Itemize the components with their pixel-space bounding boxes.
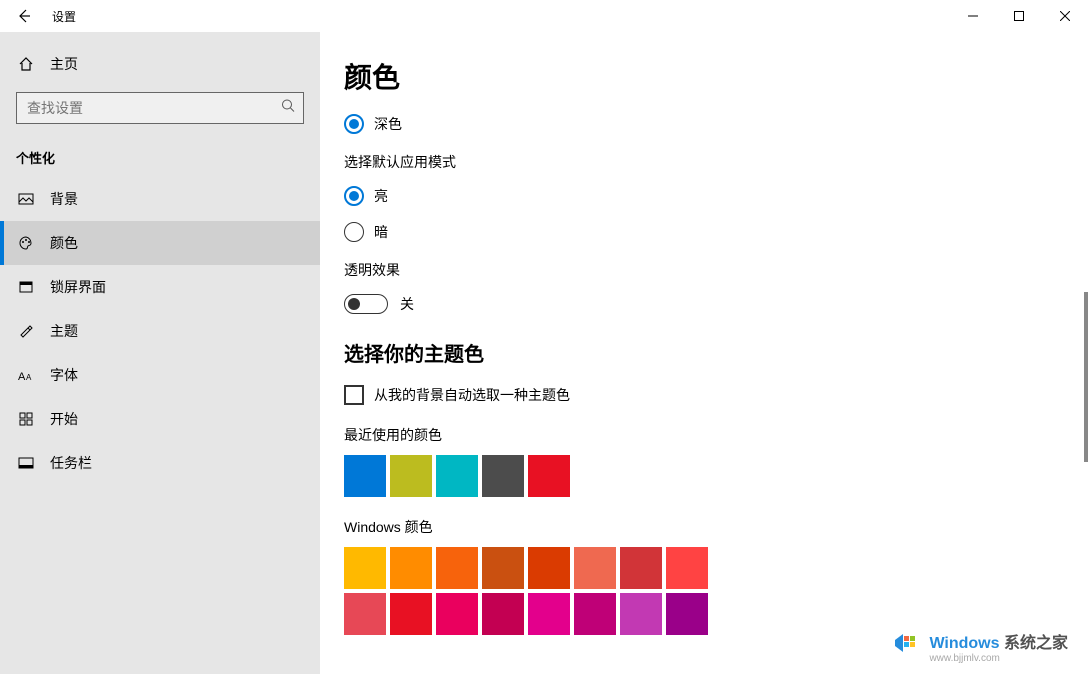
sidebar-item-lockscreen[interactable]: 锁屏界面 [0, 265, 320, 309]
page-title: 颜色 [344, 56, 1048, 96]
minimize-icon [968, 11, 978, 21]
home-label: 主页 [50, 54, 78, 74]
color-swatch[interactable] [436, 593, 478, 635]
maximize-button[interactable] [996, 0, 1042, 32]
checkbox-icon [344, 385, 364, 405]
window-title: 设置 [52, 8, 76, 25]
color-swatch[interactable] [482, 593, 524, 635]
transparency-heading: 透明效果 [344, 260, 1048, 280]
color-swatch[interactable] [666, 547, 708, 589]
sidebar-item-taskbar[interactable]: 任务栏 [0, 441, 320, 485]
color-swatch[interactable] [482, 547, 524, 589]
radio-dark-app[interactable]: 暗 [344, 222, 1048, 242]
arrow-left-icon [16, 8, 32, 24]
windows-colors-label: Windows 颜色 [344, 517, 1048, 537]
maximize-icon [1014, 11, 1024, 21]
start-icon [16, 411, 36, 427]
watermark: Windows 系统之家 www.bjjmlv.com [891, 629, 1068, 664]
radio-label: 暗 [374, 222, 388, 242]
scrollbar-thumb[interactable] [1084, 292, 1088, 462]
sidebar-item-label: 开始 [50, 409, 78, 429]
home-link[interactable]: 主页 [0, 44, 320, 84]
sidebar-item-fonts[interactable]: AA 字体 [0, 353, 320, 397]
recent-colors-label: 最近使用的颜色 [344, 425, 1048, 445]
color-swatch[interactable] [574, 593, 616, 635]
picture-icon [16, 191, 36, 207]
home-icon [16, 56, 36, 72]
sidebar-section-title: 个性化 [0, 138, 320, 177]
color-swatch[interactable] [344, 547, 386, 589]
color-swatch[interactable] [620, 593, 662, 635]
back-button[interactable] [0, 0, 48, 32]
taskbar-icon [16, 455, 36, 471]
sidebar-item-label: 字体 [50, 365, 78, 385]
windows-logo-icon [891, 630, 919, 663]
radio-dark-windows[interactable]: 深色 [344, 114, 1048, 134]
close-button[interactable] [1042, 0, 1088, 32]
watermark-url: www.bjjmlv.com [929, 653, 1068, 664]
svg-text:A: A [26, 373, 32, 382]
color-swatch[interactable] [666, 593, 708, 635]
search-icon [281, 99, 295, 118]
svg-text:A: A [18, 371, 26, 382]
color-swatch[interactable] [482, 455, 524, 497]
color-swatch[interactable] [344, 455, 386, 497]
sidebar: 主页 个性化 背景 颜色 锁屏界面 主题 AA 字体 [0, 32, 320, 674]
radio-icon [344, 114, 364, 134]
radio-light-app[interactable]: 亮 [344, 186, 1048, 206]
auto-pick-checkbox-row[interactable]: 从我的背景自动选取一种主题色 [344, 385, 1048, 405]
close-icon [1060, 11, 1070, 21]
radio-label: 亮 [374, 186, 388, 206]
watermark-title: Windows 系统之家 [929, 629, 1068, 653]
color-swatch[interactable] [620, 547, 662, 589]
color-swatch[interactable] [344, 593, 386, 635]
sidebar-item-label: 背景 [50, 189, 78, 209]
color-swatch[interactable] [390, 593, 432, 635]
sidebar-item-label: 颜色 [50, 233, 78, 253]
radio-icon [344, 186, 364, 206]
color-swatch[interactable] [436, 547, 478, 589]
windows-colors-grid [344, 547, 744, 635]
content-area: 颜色 深色 选择默认应用模式 亮 暗 透明效果 关 选择你的主题色 从我的背景自… [320, 32, 1088, 674]
lockscreen-icon [16, 279, 36, 295]
color-swatch[interactable] [390, 455, 432, 497]
color-swatch[interactable] [436, 455, 478, 497]
minimize-button[interactable] [950, 0, 996, 32]
themes-icon [16, 323, 36, 339]
radio-label: 深色 [374, 114, 402, 134]
accent-heading: 选择你的主题色 [344, 338, 1048, 367]
color-swatch[interactable] [390, 547, 432, 589]
recent-colors-grid [344, 455, 744, 497]
app-mode-heading: 选择默认应用模式 [344, 152, 1048, 172]
radio-icon [344, 222, 364, 242]
fonts-icon: AA [16, 368, 36, 382]
sidebar-item-themes[interactable]: 主题 [0, 309, 320, 353]
checkbox-label: 从我的背景自动选取一种主题色 [374, 385, 570, 405]
sidebar-item-colors[interactable]: 颜色 [0, 221, 320, 265]
sidebar-item-start[interactable]: 开始 [0, 397, 320, 441]
transparency-toggle[interactable] [344, 294, 388, 314]
sidebar-item-label: 锁屏界面 [50, 277, 106, 297]
palette-icon [16, 235, 36, 251]
sidebar-item-label: 任务栏 [50, 453, 92, 473]
sidebar-item-background[interactable]: 背景 [0, 177, 320, 221]
sidebar-item-label: 主题 [50, 321, 78, 341]
toggle-label: 关 [400, 294, 414, 314]
color-swatch[interactable] [528, 455, 570, 497]
color-swatch[interactable] [528, 593, 570, 635]
search-box[interactable] [16, 92, 304, 124]
search-input[interactable] [17, 93, 303, 123]
color-swatch[interactable] [528, 547, 570, 589]
color-swatch[interactable] [574, 547, 616, 589]
